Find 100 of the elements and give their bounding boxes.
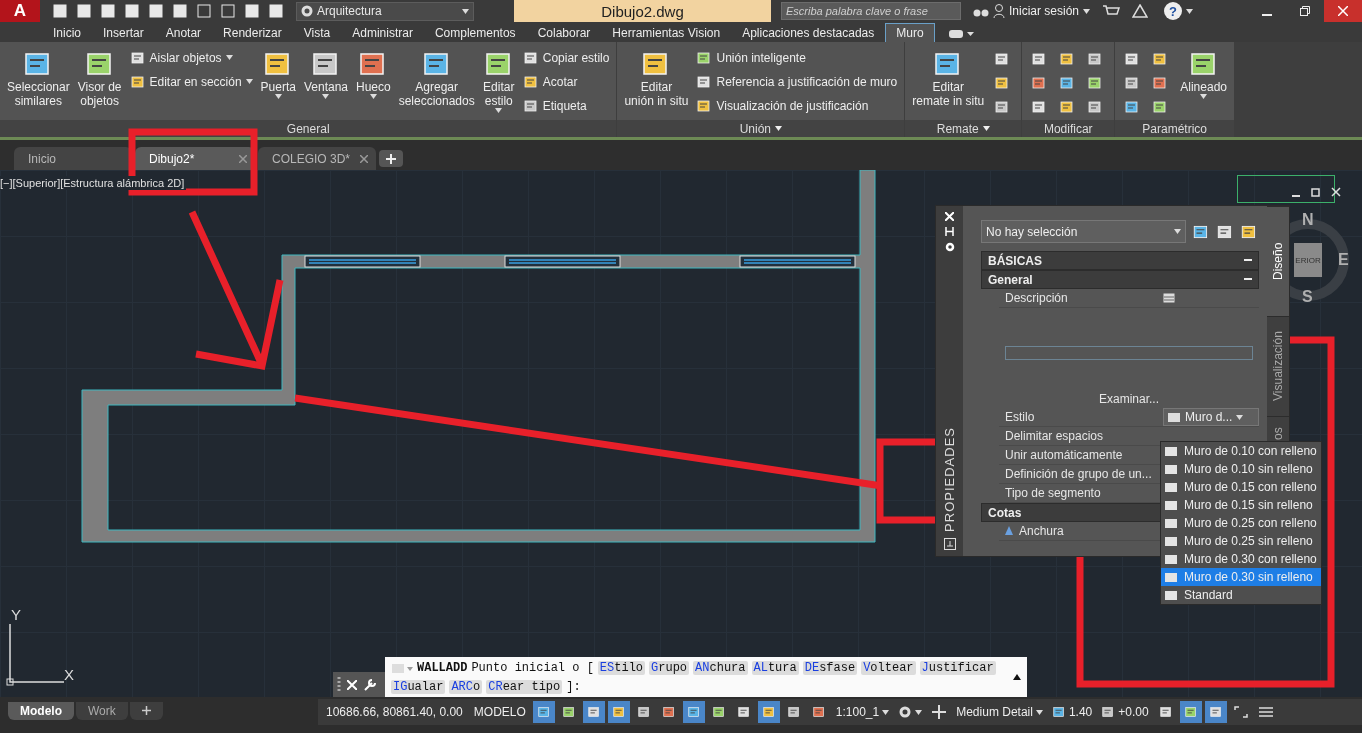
- menu-item[interactable]: Muro de 0.10 sin relleno: [1161, 460, 1321, 478]
- scale-dropdown[interactable]: 1:100_1: [832, 701, 893, 723]
- lineweight-button[interactable]: 1.40: [1048, 701, 1096, 723]
- toolbar-icon[interactable]: [100, 3, 116, 19]
- ribbon-tab[interactable]: Muro: [885, 23, 935, 42]
- command-option[interactable]: ARCo: [449, 679, 483, 694]
- browse-link[interactable]: Examinar...: [1099, 392, 1159, 406]
- menu-item[interactable]: Muro de 0.30 sin relleno: [1161, 568, 1321, 586]
- panel-title[interactable]: Remate: [905, 120, 1022, 137]
- ribbon-button[interactable]: Editar estilo: [479, 46, 518, 115]
- toolbar-icon[interactable]: [148, 3, 164, 19]
- ribbon-tab[interactable]: Anotar: [154, 23, 213, 42]
- history-caret-icon[interactable]: [1013, 674, 1021, 680]
- list-icon[interactable]: [1163, 293, 1175, 303]
- ribbon-tab[interactable]: Inicio: [42, 23, 92, 42]
- selection-dropdown[interactable]: No hay selección: [981, 220, 1186, 243]
- ribbon-button[interactable]: Visualización de justificación: [693, 96, 901, 115]
- palette-icon[interactable]: [943, 538, 956, 550]
- status-toggle[interactable]: [607, 701, 630, 723]
- help-button[interactable]: ?: [1164, 2, 1183, 20]
- search-field[interactable]: Escriba palabra clave o frase: [781, 2, 961, 20]
- ribbon-button[interactable]: Etiqueta: [519, 96, 613, 115]
- wrench-icon[interactable]: [363, 677, 377, 692]
- elevation-button[interactable]: +0.00: [1098, 701, 1152, 723]
- ribbon-button[interactable]: Puerta: [257, 46, 299, 101]
- panel-title[interactable]: Unión: [617, 120, 905, 137]
- ribbon-tab[interactable]: Renderizar: [212, 23, 293, 42]
- ribbon-button[interactable]: Referencia a justificación de muro: [693, 72, 901, 91]
- ribbon-button[interactable]: Copiar estilo: [519, 48, 613, 67]
- grip-icon[interactable]: [337, 676, 341, 693]
- ribbon-button[interactable]: Editar remate in situ: [909, 46, 988, 110]
- command-option[interactable]: Grupo: [649, 660, 690, 675]
- ribbon-button[interactable]: Seleccionar similares: [4, 46, 73, 110]
- category-header[interactable]: BÁSICAS: [981, 251, 1259, 270]
- ribbon-button[interactable]: Alineado: [1177, 46, 1230, 101]
- command-option[interactable]: IGualar: [391, 679, 446, 694]
- style-dropdown[interactable]: Muro d...: [1163, 408, 1259, 426]
- collapse-icon[interactable]: [1244, 259, 1252, 262]
- menu-item[interactable]: Muro de 0.30 con relleno: [1161, 550, 1321, 568]
- triangle-icon[interactable]: [1132, 4, 1149, 18]
- close-button[interactable]: [1324, 0, 1362, 22]
- menu-item[interactable]: Muro de 0.25 sin relleno: [1161, 532, 1321, 550]
- ribbon-tab[interactable]: Administrar: [341, 23, 424, 42]
- document-tab[interactable]: COLEGIO 3D*: [258, 147, 376, 170]
- status-toggle[interactable]: [1204, 701, 1227, 723]
- coordinates-readout[interactable]: 10686.66, 80861.40, 0.00: [322, 705, 467, 719]
- settings-icon[interactable]: [944, 242, 955, 252]
- toolbar-icon[interactable]: [76, 3, 92, 19]
- toolbar-icon[interactable]: [244, 3, 260, 19]
- ribbon-button[interactable]: Acotar: [519, 72, 613, 91]
- ribbon-tab[interactable]: Complementos: [423, 23, 527, 42]
- collapse-icon[interactable]: [1244, 278, 1252, 281]
- menu-item[interactable]: Muro de 0.15 con relleno: [1161, 478, 1321, 496]
- sign-in-button[interactable]: Iniciar sesión: [989, 4, 1084, 18]
- ribbon-tab[interactable]: Insertar: [92, 23, 155, 42]
- ribbon-button[interactable]: Hueco: [353, 46, 394, 101]
- command-option[interactable]: EStilo: [597, 660, 646, 675]
- viewport-label[interactable]: [−][Superior][Estructura alámbrica 2D]: [0, 176, 187, 190]
- command-option[interactable]: ALtura: [751, 660, 799, 675]
- command-option[interactable]: CRear tipo: [486, 679, 563, 694]
- cart-icon[interactable]: [1102, 4, 1121, 18]
- app-menu-button[interactable]: A: [0, 0, 40, 22]
- viewcube-face[interactable]: ERIOR: [1294, 243, 1322, 277]
- ribbon-tab[interactable]: Vista: [292, 23, 342, 42]
- workspace-dropdown[interactable]: Arquitectura: [296, 1, 474, 21]
- ribbon-button[interactable]: Agregar seleccionados: [395, 46, 478, 110]
- ribbon-button[interactable]: Visor de objetos: [74, 46, 125, 110]
- description-field[interactable]: [1005, 346, 1253, 360]
- command-option[interactable]: Voltear: [861, 660, 916, 675]
- ribbon-button[interactable]: Editar en sección: [126, 72, 256, 91]
- status-toggle[interactable]: [757, 701, 780, 723]
- window-controls-icon[interactable]: [1292, 187, 1342, 197]
- menu-item[interactable]: Standard: [1161, 586, 1321, 604]
- group-header[interactable]: General: [981, 270, 1259, 289]
- ribbon-tab[interactable]: Aplicaciones destacadas: [731, 23, 886, 42]
- ribbon-button[interactable]: Aislar objetos: [126, 48, 256, 67]
- toolbar-icon[interactable]: [172, 3, 188, 19]
- space-toggle[interactable]: MODELO: [469, 705, 530, 719]
- pin-icon[interactable]: [945, 227, 954, 236]
- ribbon-button[interactable]: Ventana: [300, 46, 351, 101]
- command-option[interactable]: DEsfase: [802, 660, 858, 675]
- detail-dropdown[interactable]: Medium Detail: [953, 701, 1046, 723]
- status-toggle[interactable]: [682, 701, 705, 723]
- palette-tab[interactable]: Diseño: [1267, 206, 1289, 316]
- status-toggle[interactable]: [1179, 701, 1202, 723]
- ribbon-button[interactable]: Unión inteligente: [693, 48, 901, 67]
- status-toggle[interactable]: [532, 701, 555, 723]
- layout-tab[interactable]: Work: [76, 702, 128, 720]
- add-layout-button[interactable]: [129, 702, 163, 720]
- toolbar-icon[interactable]: [124, 3, 140, 19]
- ribbon-tab[interactable]: Herramientas Vision: [601, 23, 732, 42]
- ribbon-tab[interactable]: Colaborar: [526, 23, 602, 42]
- new-tab-button[interactable]: [379, 150, 403, 167]
- layout-tab[interactable]: Modelo: [8, 702, 74, 720]
- toolbar-icon[interactable]: [52, 3, 68, 19]
- document-tab[interactable]: Inicio: [14, 147, 132, 170]
- status-toggle[interactable]: [582, 701, 605, 723]
- toolbar-icon[interactable]: [268, 3, 284, 19]
- command-option[interactable]: ANchura: [693, 660, 748, 675]
- ribbon-button[interactable]: Editar unión in situ: [621, 46, 692, 110]
